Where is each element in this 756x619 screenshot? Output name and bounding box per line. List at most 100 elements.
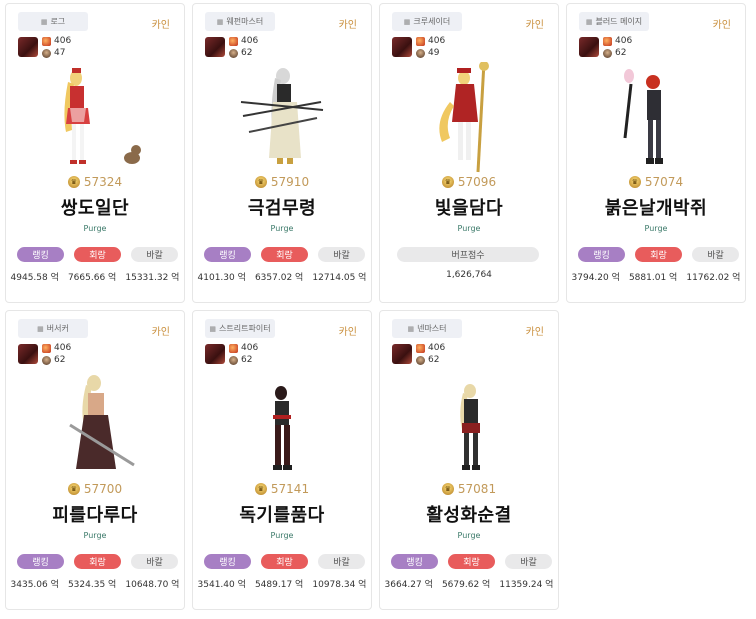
- character-name[interactable]: 붉은날개박쥐: [567, 194, 745, 220]
- level-value: 406: [428, 36, 446, 46]
- level-icon: [603, 36, 612, 46]
- character-name[interactable]: 피를다루다: [6, 501, 184, 527]
- fame-value: 57081: [457, 482, 497, 496]
- character-sprite: [439, 62, 489, 173]
- avatar: [392, 344, 412, 364]
- class-icon: ▦: [216, 17, 224, 26]
- bakal-button[interactable]: 바칼: [692, 247, 739, 262]
- pet-icon: [42, 355, 51, 365]
- class-badge: ▦ 블러드 메이지: [579, 12, 649, 31]
- fame-row: ♛ 57141: [193, 482, 371, 496]
- bakal-button[interactable]: 바칼: [131, 554, 178, 569]
- sub-value: 62: [615, 48, 627, 58]
- bakal-damage: 10978.34 억: [312, 580, 367, 590]
- character-card[interactable]: ▦ 로그 카인 406 47 ♛ 57324 쌍도일단 Purge 랭킹 회랑 바칼…: [5, 3, 185, 303]
- heal-button[interactable]: 회랑: [635, 247, 682, 262]
- ranking-button[interactable]: 랭킹: [391, 554, 438, 569]
- heal-button[interactable]: 회랑: [74, 247, 121, 262]
- avatar: [18, 344, 38, 364]
- ranking-button[interactable]: 랭킹: [17, 554, 64, 569]
- level-icon: [42, 36, 51, 46]
- heal-button[interactable]: 회랑: [261, 247, 308, 262]
- sub-value: 62: [54, 355, 66, 365]
- fame-value: 57074: [644, 175, 684, 189]
- buff-score-value: 1,626,764: [446, 270, 492, 280]
- level-value: 406: [54, 36, 72, 46]
- character-card[interactable]: ▦ 스트리트파이터 카인 406 62 ♛ 57141 독기를품다 Purge 랭킹…: [192, 310, 372, 610]
- pet-icon: [229, 355, 238, 365]
- fame-row: ♛ 57096: [380, 175, 558, 189]
- level-value: 406: [615, 36, 633, 46]
- fame-icon: ♛: [441, 483, 454, 495]
- server-label: 카인: [338, 20, 357, 31]
- character-sprite: [69, 375, 135, 469]
- server-label: 카인: [712, 20, 731, 31]
- fame-row: ♛ 57910: [193, 175, 371, 189]
- guild-name: Purge: [83, 224, 107, 233]
- avatar: [205, 344, 225, 364]
- heal-damage: 7665.66 억: [67, 273, 117, 283]
- pet-icon: [229, 48, 238, 58]
- character-card[interactable]: ▦ 크루세이더 카인 406 49 ♛ 57096 빛을담다 Purge 버프점수 …: [379, 3, 559, 303]
- buff-score-button[interactable]: 버프점수: [397, 247, 539, 262]
- pet-icon: [416, 48, 425, 58]
- fame-icon: ♛: [67, 483, 80, 495]
- level-value: 406: [241, 343, 259, 353]
- heal-button[interactable]: 회랑: [448, 554, 495, 569]
- sub-value: 62: [241, 355, 253, 365]
- bakal-button[interactable]: 바칼: [318, 247, 365, 262]
- heal-damage: 5489.17 억: [254, 580, 304, 590]
- fame-row: ♛ 57081: [380, 482, 558, 496]
- avatar: [18, 37, 38, 57]
- pet-icon: [416, 355, 425, 365]
- avatar: [392, 37, 412, 57]
- bakal-damage: 11359.24 억: [499, 580, 554, 590]
- bakal-button[interactable]: 바칼: [131, 247, 178, 262]
- fame-icon: ♛: [628, 176, 641, 188]
- class-badge: ▦ 스트리트파이터: [205, 319, 275, 338]
- character-card[interactable]: ▦ 버서커 카인 406 62 ♛ 57700 피를다루다 Purge 랭킹 회랑 …: [5, 310, 185, 610]
- heal-damage: 6357.02 억: [254, 273, 304, 283]
- class-icon: ▦: [37, 324, 44, 333]
- character-sprite: [460, 384, 480, 470]
- ranking-button[interactable]: 랭킹: [578, 247, 625, 262]
- bakal-damage: 10648.70 억: [125, 580, 180, 590]
- ranking-button[interactable]: 랭킹: [204, 554, 251, 569]
- sub-value: 62: [241, 48, 253, 58]
- character-card[interactable]: ▦ 넨마스터 카인 406 62 ♛ 57081 활성화순결 Purge 랭킹 회랑…: [379, 310, 559, 610]
- ranking-damage: 3435.06 억: [10, 580, 59, 590]
- heal-damage: 5679.62 억: [441, 580, 491, 590]
- fame-value: 57096: [457, 175, 497, 189]
- fame-row: ♛ 57700: [6, 482, 184, 496]
- sub-value: 49: [428, 48, 440, 58]
- fame-value: 57910: [270, 175, 310, 189]
- character-name[interactable]: 쌍도일단: [6, 194, 184, 220]
- fame-icon: ♛: [254, 176, 267, 188]
- level-icon: [42, 343, 51, 353]
- bakal-button[interactable]: 바칼: [318, 554, 365, 569]
- class-badge: ▦ 웨펀마스터: [205, 12, 275, 31]
- ranking-button[interactable]: 랭킹: [204, 247, 251, 262]
- character-name[interactable]: 빛을담다: [380, 194, 558, 220]
- character-card[interactable]: ▦ 웨펀마스터 카인 406 62 ♛ 57910 극검무령 Purge 랭킹 회랑…: [192, 3, 372, 303]
- character-name[interactable]: 독기를품다: [193, 501, 371, 527]
- guild-name: Purge: [457, 531, 481, 540]
- character-name[interactable]: 극검무령: [193, 194, 371, 220]
- level-icon: [416, 36, 425, 46]
- character-name[interactable]: 활성화순결: [380, 501, 558, 527]
- ranking-button[interactable]: 랭킹: [17, 247, 64, 262]
- guild-name: Purge: [83, 531, 107, 540]
- class-badge: ▦ 크루세이더: [392, 12, 462, 31]
- character-card[interactable]: ▦ 블러드 메이지 카인 406 62 ♛ 57074 붉은날개박쥐 Purge 랭…: [566, 3, 746, 303]
- pet-icon: [603, 48, 612, 58]
- server-label: 카인: [151, 20, 170, 31]
- fame-icon: ♛: [254, 483, 267, 495]
- level-icon: [229, 343, 238, 353]
- bakal-button[interactable]: 바칼: [505, 554, 552, 569]
- heal-button[interactable]: 회랑: [261, 554, 308, 569]
- class-badge: ▦ 버서커: [18, 319, 88, 338]
- avatar: [579, 37, 599, 57]
- character-sprite: [273, 386, 292, 470]
- heal-button[interactable]: 회랑: [74, 554, 121, 569]
- ranking-damage: 4945.58 억: [10, 273, 59, 283]
